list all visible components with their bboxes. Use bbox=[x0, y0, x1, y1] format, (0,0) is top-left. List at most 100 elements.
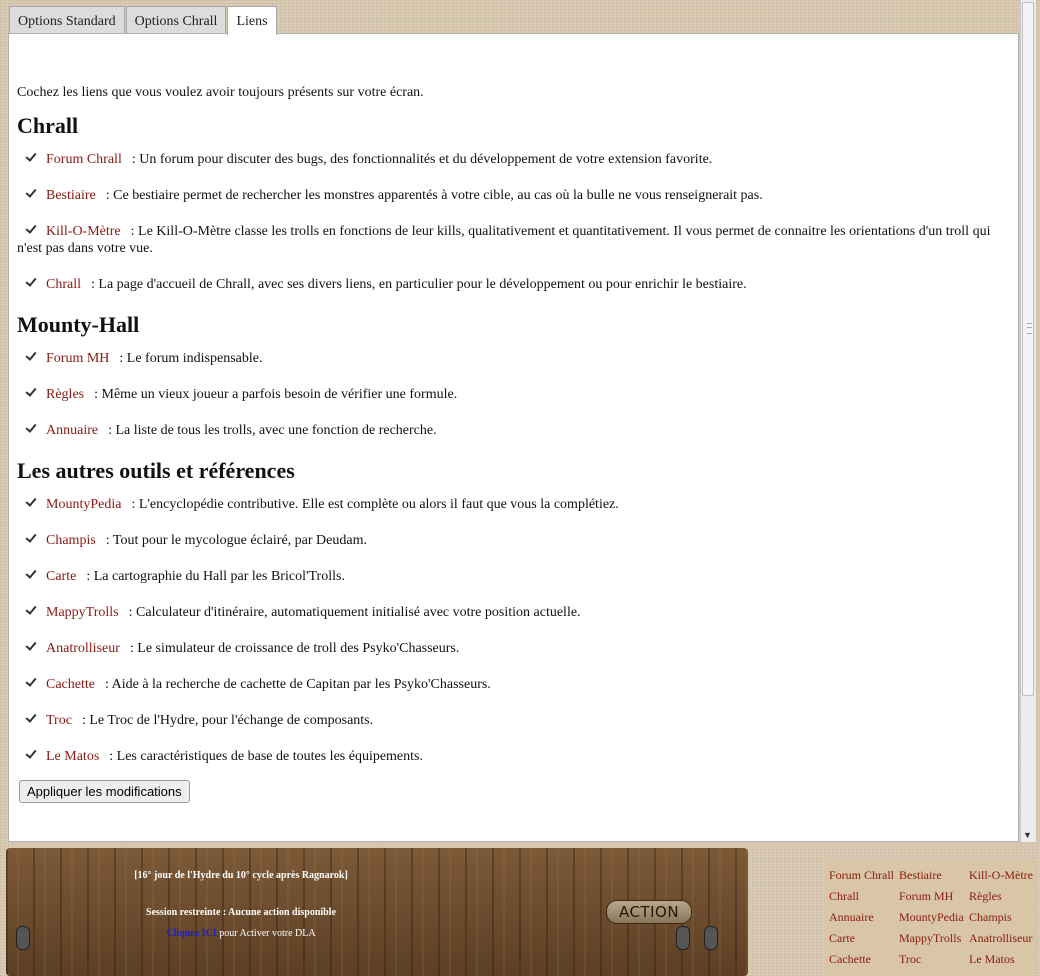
link-description: : Le Troc de l'Hydre, pour l'échange de … bbox=[81, 713, 374, 728]
quick-link[interactable]: Cachette bbox=[829, 952, 871, 967]
link-checkbox[interactable] bbox=[25, 568, 38, 581]
section-title: Les autres outils et références bbox=[17, 458, 295, 483]
link-name[interactable]: MountyPedia bbox=[46, 497, 121, 512]
link-checkbox[interactable] bbox=[25, 604, 38, 617]
quick-link[interactable]: Règles bbox=[969, 889, 1002, 904]
tab-bar: Options Standard Options Chrall Liens bbox=[9, 6, 278, 35]
link-description: : Les caractéristiques de base de toutes… bbox=[109, 749, 423, 764]
link-checkbox[interactable] bbox=[25, 748, 38, 761]
quick-link[interactable]: Carte bbox=[829, 931, 855, 946]
quick-links-box: Forum Chrall Bestiaire Kill-O-Mètre Chrall F… bbox=[824, 860, 1036, 976]
link-description: : Le Kill-O-Mètre classe les trolls en f… bbox=[17, 224, 991, 256]
link-name[interactable]: Troc bbox=[46, 713, 72, 728]
link-description: : La liste de tous les trolls, avec une … bbox=[108, 423, 437, 438]
quick-link[interactable]: Chrall bbox=[829, 889, 859, 904]
link-name[interactable]: Cachette bbox=[46, 677, 95, 692]
link-name[interactable]: Annuaire bbox=[46, 423, 98, 438]
dla-activation-text: pour Activer votre DLA bbox=[216, 928, 316, 939]
link-option-row: MountyPedia : L'encyclopédie contributive… bbox=[17, 496, 1010, 513]
session-status: Session restreinte : Aucune action dispo… bbox=[146, 907, 336, 918]
link-name[interactable]: Chrall bbox=[46, 277, 81, 292]
scroll-down-arrow-icon[interactable]: ▼ bbox=[1023, 830, 1032, 840]
link-option-row: Bestiaire : Ce bestiaire permet de recher… bbox=[17, 187, 1010, 204]
apply-button[interactable]: Appliquer les modifications bbox=[19, 780, 190, 803]
link-description: : L'encyclopédie contributive. Elle est … bbox=[131, 497, 619, 512]
link-name[interactable]: Kill-O-Mètre bbox=[46, 224, 121, 239]
section-title: Chrall bbox=[17, 113, 79, 138]
quick-link[interactable]: Champis bbox=[969, 910, 1012, 925]
tab-options-chrall[interactable]: Options Chrall bbox=[125, 6, 227, 34]
link-option-row: Règles: Même un vieux joueur a parfois b… bbox=[17, 386, 1010, 403]
quick-link[interactable]: Anatrolliseur bbox=[969, 931, 1032, 946]
action-button[interactable]: ACTION bbox=[606, 900, 692, 924]
link-description: : Ce bestiaire permet de rechercher les … bbox=[105, 188, 763, 203]
link-checkbox[interactable] bbox=[25, 640, 38, 653]
link-name[interactable]: Bestiaire bbox=[46, 188, 96, 203]
link-checkbox[interactable] bbox=[25, 676, 38, 689]
scrollbar[interactable]: ▼ bbox=[1020, 0, 1036, 842]
tab-liens[interactable]: Liens bbox=[227, 6, 277, 35]
link-name[interactable]: Anatrolliseur bbox=[46, 641, 120, 656]
quick-link[interactable]: Troc bbox=[899, 952, 921, 967]
intro-text: Cochez les liens que vous voulez avoir t… bbox=[17, 85, 424, 100]
section-title: Mounty-Hall bbox=[17, 312, 140, 337]
link-option-row: Cachette : Aide à la recherche de cachett… bbox=[17, 676, 1010, 693]
link-option-row: Champis : Tout pour le mycologue éclairé,… bbox=[17, 532, 1010, 549]
link-option-row: Troc : Le Troc de l'Hydre, pour l'échange… bbox=[17, 712, 1010, 729]
link-option-row: Anatrolliseur : Le simulateur de croissan… bbox=[17, 640, 1010, 657]
link-checkbox[interactable] bbox=[25, 496, 38, 509]
link-name[interactable]: Forum Chrall bbox=[46, 152, 122, 167]
link-name[interactable]: Forum MH bbox=[46, 351, 109, 366]
link-checkbox[interactable] bbox=[25, 386, 38, 399]
link-description: : Tout pour le mycologue éclairé, par De… bbox=[105, 533, 367, 548]
quick-link[interactable]: MountyPedia bbox=[899, 910, 964, 925]
link-option-row: Kill-O-Mètre: Le Kill-O-Mètre classe les… bbox=[17, 223, 1010, 257]
link-checkbox[interactable] bbox=[25, 350, 38, 363]
link-description: : Le forum indispensable. bbox=[119, 351, 263, 366]
link-name[interactable]: Champis bbox=[46, 533, 96, 548]
wood-panel: [16° jour de l'Hydre du 10° cycle après … bbox=[6, 848, 748, 976]
link-checkbox[interactable] bbox=[25, 532, 38, 545]
quick-link[interactable]: Le Matos bbox=[969, 952, 1015, 967]
dla-activation: Cliquez ICI pour Activer votre DLA bbox=[6, 928, 476, 939]
tab-options-standard[interactable]: Options Standard bbox=[9, 6, 125, 34]
quick-link[interactable]: Bestiaire bbox=[899, 868, 942, 883]
scroll-thumb[interactable] bbox=[1022, 2, 1034, 696]
link-description: : La page d'accueil de Chrall, avec ses … bbox=[91, 277, 747, 292]
quick-link[interactable]: MappyTrolls bbox=[899, 931, 961, 946]
rivet-icon bbox=[16, 926, 30, 950]
link-description: : Le simulateur de croissance de troll d… bbox=[129, 641, 460, 656]
link-option-row: Annuaire : La liste de tous les trolls, a… bbox=[17, 422, 1010, 439]
link-option-row: Carte : La cartographie du Hall par les B… bbox=[17, 568, 1010, 585]
link-description: : Aide à la recherche de cachette de Cap… bbox=[104, 677, 491, 692]
link-checkbox[interactable] bbox=[25, 276, 38, 289]
link-checkbox[interactable] bbox=[25, 223, 38, 236]
link-name[interactable]: Carte bbox=[46, 569, 76, 584]
quick-link[interactable]: Kill-O-Mètre bbox=[969, 868, 1033, 883]
link-option-row: Chrall : La page d'accueil de Chrall, ave… bbox=[17, 276, 1010, 293]
link-checkbox[interactable] bbox=[25, 712, 38, 725]
link-option-row: Forum MH : Le forum indispensable. bbox=[17, 350, 1010, 367]
link-checkbox[interactable] bbox=[25, 187, 38, 200]
link-checkbox[interactable] bbox=[25, 422, 38, 435]
game-date: [16° jour de l'Hydre du 10° cycle après … bbox=[134, 870, 348, 881]
quick-link[interactable]: Forum MH bbox=[899, 889, 953, 904]
quick-link[interactable]: Annuaire bbox=[829, 910, 874, 925]
rivet-icon bbox=[676, 926, 690, 950]
link-option-row: Forum Chrall : Un forum pour discuter des… bbox=[17, 151, 1010, 168]
rivet-icon bbox=[704, 926, 718, 950]
link-option-row: Le Matos : Les caractéristiques de base d… bbox=[17, 748, 1010, 765]
link-description: : La cartographie du Hall par les Bricol… bbox=[86, 569, 345, 584]
link-name[interactable]: MappyTrolls bbox=[46, 605, 119, 620]
bottom-frame: [16° jour de l'Hydre du 10° cycle après … bbox=[0, 842, 1040, 976]
link-sections: Chrall Forum Chrall : Un forum pour discut… bbox=[17, 113, 1010, 765]
link-name[interactable]: Le Matos bbox=[46, 749, 99, 764]
grip-icon bbox=[1027, 323, 1032, 334]
link-description: : Calculateur d'itinéraire, automatiquem… bbox=[128, 605, 581, 620]
quick-link[interactable]: Forum Chrall bbox=[829, 868, 894, 883]
link-checkbox[interactable] bbox=[25, 151, 38, 164]
links-panel: Cochez les liens que vous voulez avoir t… bbox=[8, 33, 1019, 842]
link-name[interactable]: Règles bbox=[46, 387, 84, 402]
link-description: : Un forum pour discuter des bugs, des f… bbox=[131, 152, 713, 167]
clique-ici-link[interactable]: Cliquez ICI bbox=[166, 928, 216, 939]
